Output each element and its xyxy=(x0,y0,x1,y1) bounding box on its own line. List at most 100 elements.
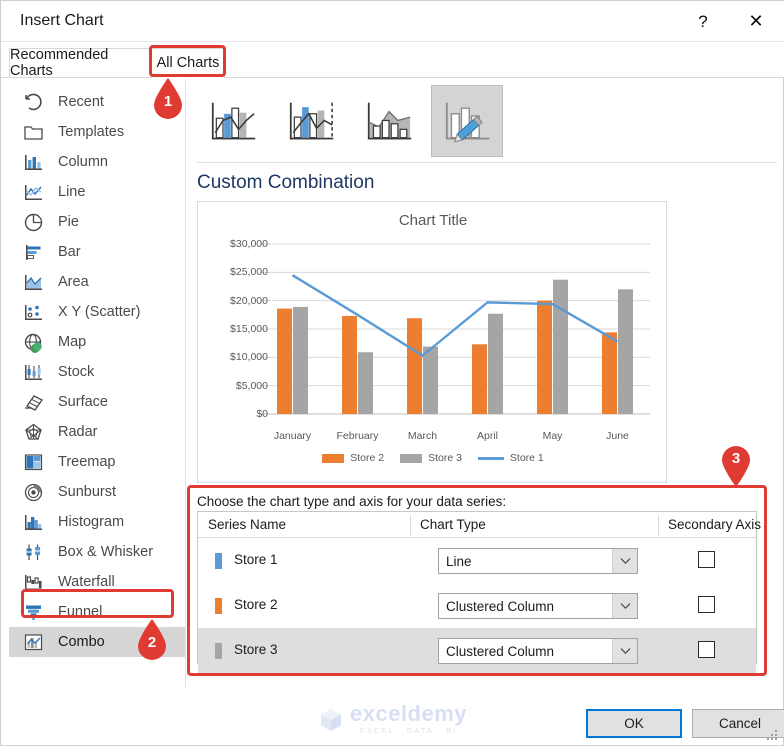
sidebar-item-sunburst[interactable]: Sunburst xyxy=(9,477,185,507)
sidebar-item-label: Pie xyxy=(58,214,79,230)
sidebar-item-map[interactable]: Map xyxy=(9,327,185,357)
sidebar-item-surface[interactable]: Surface xyxy=(9,387,185,417)
bar-icon xyxy=(26,244,41,260)
sidebar-item-x-y-scatter[interactable]: X Y (Scatter) xyxy=(9,297,185,327)
close-icon[interactable]: ✕ xyxy=(733,1,779,42)
sidebar-item-area[interactable]: Area xyxy=(9,267,185,297)
y-axis-tick-label: $25,000 xyxy=(230,266,268,279)
chart-preview[interactable]: Chart Title Store 2 Store 3 Store 1 $0 $5,0… xyxy=(197,201,667,483)
sidebar-item-recent[interactable]: Recent xyxy=(9,87,185,117)
series-name-label: Store 3 xyxy=(234,642,278,657)
column-header-series-name: Series Name xyxy=(208,517,287,532)
sidebar-item-label: Box & Whisker xyxy=(58,544,154,560)
map-icon xyxy=(24,333,42,353)
series-color-swatch xyxy=(215,553,222,569)
help-icon[interactable]: ? xyxy=(680,1,726,42)
tab-recommended-charts[interactable]: Recommended Charts xyxy=(9,47,155,79)
sidebar-item-bar[interactable]: Bar xyxy=(9,237,185,267)
chart-bar xyxy=(342,315,357,414)
sidebar-item-label: Radar xyxy=(58,424,98,440)
clustered-column-line-thumb[interactable] xyxy=(197,85,269,157)
sidebar-item-templates[interactable]: Templates xyxy=(9,117,185,147)
series-panel-prompt: Choose the chart type and axis for your … xyxy=(197,494,507,509)
stacked-area-clustered-column-thumb-glyph xyxy=(367,102,412,140)
chart-type-dropdown[interactable]: Clustered Column xyxy=(438,638,638,664)
y-axis-tick-label: $20,000 xyxy=(230,294,268,307)
recent-icon xyxy=(25,93,42,110)
chart-svg xyxy=(260,243,650,415)
column-icon xyxy=(25,154,42,170)
sidebar-item-label: Area xyxy=(58,274,89,290)
sidebar-item-label: Recent xyxy=(58,94,104,110)
sidebar-item-box-whisker[interactable]: Box & Whisker xyxy=(9,537,185,567)
column-header-secondary-axis: Secondary Axis xyxy=(668,517,762,532)
funnel-icon xyxy=(26,605,41,620)
annotation-marker-3: 3 xyxy=(719,444,753,488)
y-axis-tick-label: $30,000 xyxy=(230,238,268,250)
header-divider-1 xyxy=(410,515,411,535)
y-axis-tick-label: $10,000 xyxy=(230,351,268,364)
histogram-icon xyxy=(25,514,42,530)
exceldemy-watermark: exceldemy EXCEL · DATA · BI xyxy=(318,703,467,736)
custom-combination-thumb[interactable] xyxy=(431,85,503,157)
sidebar-item-label: Waterfall xyxy=(58,574,115,590)
chart-line xyxy=(291,274,619,357)
clustered-column-line-secondary-thumb[interactable] xyxy=(275,85,347,157)
radar-icon xyxy=(25,423,42,440)
dialog-title-bar: Insert Chart ? ✕ xyxy=(1,1,784,42)
tab-all-charts[interactable]: All Charts xyxy=(151,48,225,77)
area-icon xyxy=(25,274,42,290)
chart-type-dropdown[interactable]: Clustered Column xyxy=(438,593,638,619)
combo-icon xyxy=(24,633,43,650)
legend-item: Store 2 xyxy=(322,452,384,464)
sidebar-item-radar[interactable]: Radar xyxy=(9,417,185,447)
sidebar-item-line[interactable]: Line xyxy=(9,177,185,207)
series-row[interactable]: Store 1 Line xyxy=(198,538,756,583)
sidebar-item-label: Bar xyxy=(58,244,81,260)
series-row-list: Store 1 Line Store 2 Clustered Column Store … xyxy=(198,538,756,673)
legend-label: Store 1 xyxy=(509,452,544,464)
sidebar-item-combo[interactable]: Combo xyxy=(9,627,185,657)
secondary-axis-checkbox[interactable] xyxy=(698,551,715,568)
tab-underline xyxy=(1,77,784,78)
sidebar-item-waterfall[interactable]: Waterfall xyxy=(9,567,185,597)
secondary-axis-checkbox[interactable] xyxy=(698,641,715,658)
stacked-area-clustered-column-thumb[interactable] xyxy=(353,85,425,157)
chart-type-value: Clustered Column xyxy=(446,598,555,614)
secondary-axis-checkbox[interactable] xyxy=(698,596,715,613)
chart-bar xyxy=(602,332,617,414)
sidebar-item-pie[interactable]: Pie xyxy=(9,207,185,237)
ok-button[interactable]: OK xyxy=(586,709,682,738)
header-divider-2 xyxy=(658,515,659,535)
chevron-down-icon[interactable] xyxy=(612,639,637,663)
sidebar-item-stock[interactable]: Stock xyxy=(9,357,185,387)
sidebar-item-column[interactable]: Column xyxy=(9,147,185,177)
legend-swatch-line xyxy=(477,456,504,460)
series-color-swatch xyxy=(215,598,222,614)
series-name-label: Store 1 xyxy=(234,552,278,567)
sidebar-item-label: Sunburst xyxy=(58,484,117,500)
chevron-down-icon[interactable] xyxy=(612,594,637,618)
sidebar-item-treemap[interactable]: Treemap xyxy=(9,447,185,477)
sidebar-item-funnel[interactable]: Funnel xyxy=(9,597,185,627)
series-name-label: Store 2 xyxy=(234,597,278,612)
resize-grip[interactable] xyxy=(767,730,779,742)
preview-heading: Custom Combination xyxy=(197,172,375,193)
y-axis-tick-label: $15,000 xyxy=(230,323,268,335)
series-row[interactable]: Store 2 Clustered Column xyxy=(198,583,756,628)
chart-bar xyxy=(358,352,373,414)
tab-strip: Recommended Charts All Charts xyxy=(1,42,784,79)
box-whisker-icon xyxy=(26,544,41,560)
clustered-column-line-secondary-thumb-glyph xyxy=(289,102,334,140)
series-row[interactable]: Store 3 Clustered Column xyxy=(198,628,756,673)
watermark-name: exceldemy xyxy=(350,701,468,726)
chart-type-dropdown[interactable]: Line xyxy=(438,548,638,574)
sidebar-item-histogram[interactable]: Histogram xyxy=(9,507,185,537)
clustered-column-line-thumb-glyph xyxy=(211,102,256,140)
chart-bar xyxy=(537,300,552,414)
dialog-title: Insert Chart xyxy=(20,12,104,29)
sidebar-item-label: Funnel xyxy=(58,604,103,620)
chevron-down-icon[interactable] xyxy=(612,549,637,573)
sidebar-item-label: Line xyxy=(58,184,86,200)
chart-bar xyxy=(293,306,308,414)
